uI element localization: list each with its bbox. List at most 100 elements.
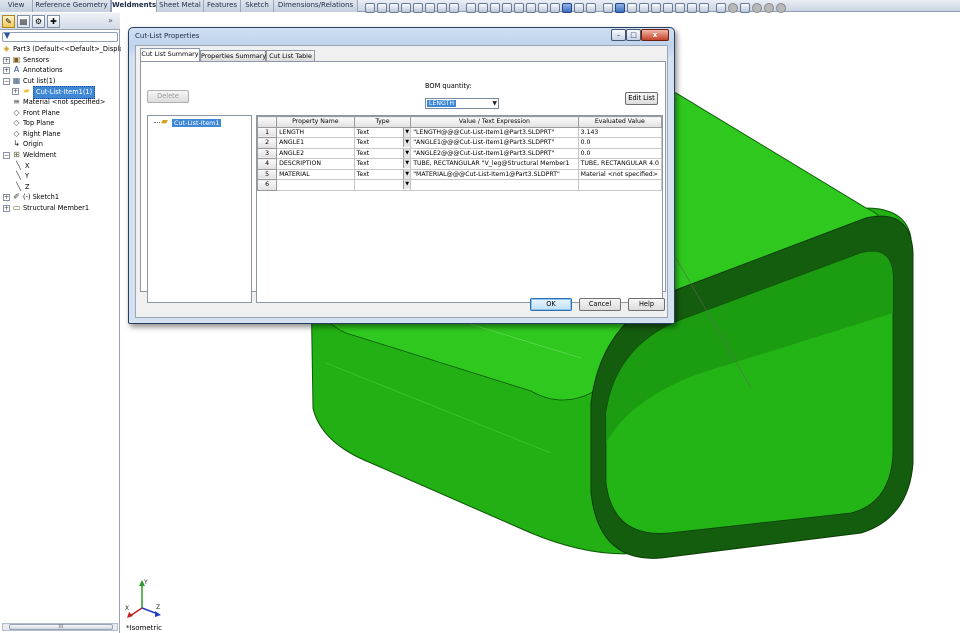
tab-features[interactable]: Features <box>204 0 241 12</box>
tab-cut-list-table[interactable]: Cut List Table <box>266 50 315 61</box>
edit-list-button[interactable]: Edit List <box>625 92 658 105</box>
propertymanager-tab-icon[interactable]: ▤ <box>17 15 30 28</box>
appearance-icon[interactable] <box>728 3 738 13</box>
view-settings-icon[interactable] <box>752 3 762 13</box>
perspective-icon[interactable] <box>675 3 685 13</box>
scene-icon[interactable] <box>740 3 750 13</box>
chevron-down-icon[interactable]: ▼ <box>403 169 410 179</box>
tree-item-cut-list-item[interactable]: + ▰ Cut-List-Item1(1) <box>0 86 120 99</box>
rotate-view-icon[interactable] <box>425 3 435 13</box>
tree-item-right-plane[interactable]: ◇ Right Plane <box>0 129 120 140</box>
collapse-panel-icon[interactable]: » <box>108 16 113 25</box>
tab-reference-geometry[interactable]: Reference Geometry <box>33 0 111 12</box>
tree-item-sensors[interactable]: + ▣ Sensors <box>0 55 120 66</box>
tree-item-part[interactable]: ◈ Part3 (Default<<Default>_Display <box>0 44 127 55</box>
expand-icon[interactable]: + <box>12 88 19 96</box>
close-button[interactable]: x <box>641 29 669 41</box>
tab-dimensions-relations[interactable]: Dimensions/Relations <box>274 0 358 12</box>
isometric-view-icon[interactable] <box>562 3 572 13</box>
tree-item-axis-z[interactable]: ╲ Z <box>0 182 120 193</box>
tree-item-material[interactable]: ≡ Material <not specified> <box>0 97 120 108</box>
bom-quantity-select[interactable]: LENGTH ▼ <box>425 98 499 109</box>
minimize-button[interactable]: – <box>611 29 626 41</box>
chevron-down-icon[interactable]: ▼ <box>403 180 410 189</box>
configurationmanager-tab-icon[interactable]: ⚙ <box>32 15 45 28</box>
row-number[interactable]: 4 <box>256 158 278 170</box>
dimetric-view-icon[interactable] <box>586 3 596 13</box>
previous-view-icon[interactable] <box>413 3 423 13</box>
type-cell[interactable]: Text ▼ <box>353 147 412 159</box>
tree-item-weldment[interactable]: − ⊞ Weldment <box>0 150 120 161</box>
property-name-cell[interactable]: DESCRIPTION <box>276 158 355 170</box>
shadows-icon[interactable] <box>687 3 697 13</box>
value-expression-cell[interactable]: "MATERIAL@@@Cut-List-Item1@Part3.SLDPRT" <box>410 168 579 180</box>
left-view-icon[interactable] <box>514 3 524 13</box>
cameras-icon[interactable] <box>699 3 709 13</box>
back-view-icon[interactable] <box>502 3 512 13</box>
realview-icon[interactable] <box>764 3 774 13</box>
property-name-cell[interactable] <box>276 179 355 191</box>
featuremanager-tab-icon[interactable]: ✎ <box>2 15 15 28</box>
tree-item-axis-x[interactable]: ╲ X <box>0 161 120 172</box>
type-cell[interactable]: Text ▼ <box>353 137 412 149</box>
type-cell[interactable]: Text ▼ <box>353 158 412 170</box>
tab-cut-list-summary[interactable]: Cut List Summary <box>140 48 200 61</box>
value-expression-cell[interactable]: "LENGTH@@@Cut-List-Item1@Part3.SLDPRT" <box>410 126 579 138</box>
type-cell[interactable]: Text ▼ <box>353 126 412 138</box>
expand-icon[interactable]: + <box>3 67 10 75</box>
right-view-icon[interactable] <box>526 3 536 13</box>
section-view-icon[interactable] <box>466 3 476 13</box>
cancel-button[interactable]: Cancel <box>579 298 621 311</box>
tab-properties-summary[interactable]: Properties Summary <box>200 50 266 61</box>
chevron-down-icon[interactable]: ▼ <box>403 127 410 137</box>
tree-item-axis-y[interactable]: ╲ Y <box>0 171 120 182</box>
chevron-down-icon[interactable]: ▼ <box>403 148 410 158</box>
header-property-name[interactable]: Property Name <box>276 116 355 128</box>
tab-view[interactable]: View <box>0 0 33 12</box>
tree-item-structural-member1[interactable]: + ▭ Structural Member1 <box>0 203 120 214</box>
value-expression-cell[interactable]: "ANGLE1@@@Cut-List-Item1@Part3.SLDPRT" <box>410 137 579 149</box>
zoom-to-selection-icon[interactable] <box>401 3 411 13</box>
feature-tree-filter[interactable]: ▼ <box>2 31 118 42</box>
top-view-icon[interactable] <box>538 3 548 13</box>
property-name-cell[interactable]: ANGLE2 <box>276 147 355 159</box>
header-value-expression[interactable]: Value / Text Expression <box>410 116 579 128</box>
tree-item-annotations[interactable]: + A Annotations <box>0 65 120 76</box>
scrollbar-thumb[interactable]: III <box>9 624 113 630</box>
hidden-lines-visible-icon[interactable] <box>651 3 661 13</box>
bottom-view-icon[interactable] <box>550 3 560 13</box>
chevron-down-icon[interactable]: ▼ <box>403 138 410 147</box>
tree-item-cut-list[interactable]: − ▦ Cut list(1) <box>0 76 120 87</box>
type-cell[interactable]: ▼ <box>353 179 412 191</box>
collapse-icon[interactable]: − <box>3 77 10 85</box>
value-expression-cell[interactable]: TUBE, RECTANGULAR "V_leg@Structural Memb… <box>410 158 579 170</box>
collapse-icon[interactable]: − <box>3 151 10 159</box>
zoom-to-area-icon[interactable] <box>377 3 387 13</box>
tree-item-front-plane[interactable]: ◇ Front Plane <box>0 108 120 119</box>
maximize-button[interactable]: □ <box>626 29 641 41</box>
property-name-cell[interactable]: MATERIAL <box>276 168 355 180</box>
shaded-icon[interactable] <box>615 3 625 13</box>
row-number[interactable]: 2 <box>256 137 278 149</box>
zoom-to-fit-icon[interactable] <box>365 3 375 13</box>
tab-sketch[interactable]: Sketch <box>241 0 274 12</box>
tree-item-sketch1[interactable]: + ✐ (-) Sketch1 <box>0 192 120 203</box>
dimxpert-tab-icon[interactable]: ✚ <box>47 15 60 28</box>
tab-sheet-metal[interactable]: Sheet Metal <box>157 0 204 12</box>
hide-show-items-icon[interactable] <box>716 3 726 13</box>
grid-corner[interactable] <box>256 116 278 128</box>
hidden-lines-removed-icon[interactable] <box>639 3 649 13</box>
tab-weldments[interactable]: Weldments <box>111 0 157 12</box>
zoom-in-out-icon[interactable] <box>389 3 399 13</box>
row-number[interactable]: 5 <box>256 168 278 180</box>
header-type[interactable]: Type <box>353 116 412 128</box>
pan-icon[interactable] <box>437 3 447 13</box>
roll-view-icon[interactable] <box>449 3 459 13</box>
type-cell[interactable]: Text ▼ <box>353 168 412 180</box>
trimetric-view-icon[interactable] <box>574 3 584 13</box>
chevron-down-icon[interactable]: ▼ <box>492 99 497 108</box>
tree-item-origin[interactable]: ↳ Origin <box>0 139 120 150</box>
ok-button[interactable]: OK <box>530 298 572 311</box>
shaded-with-edges-icon[interactable] <box>627 3 637 13</box>
expand-icon[interactable]: + <box>3 56 10 64</box>
